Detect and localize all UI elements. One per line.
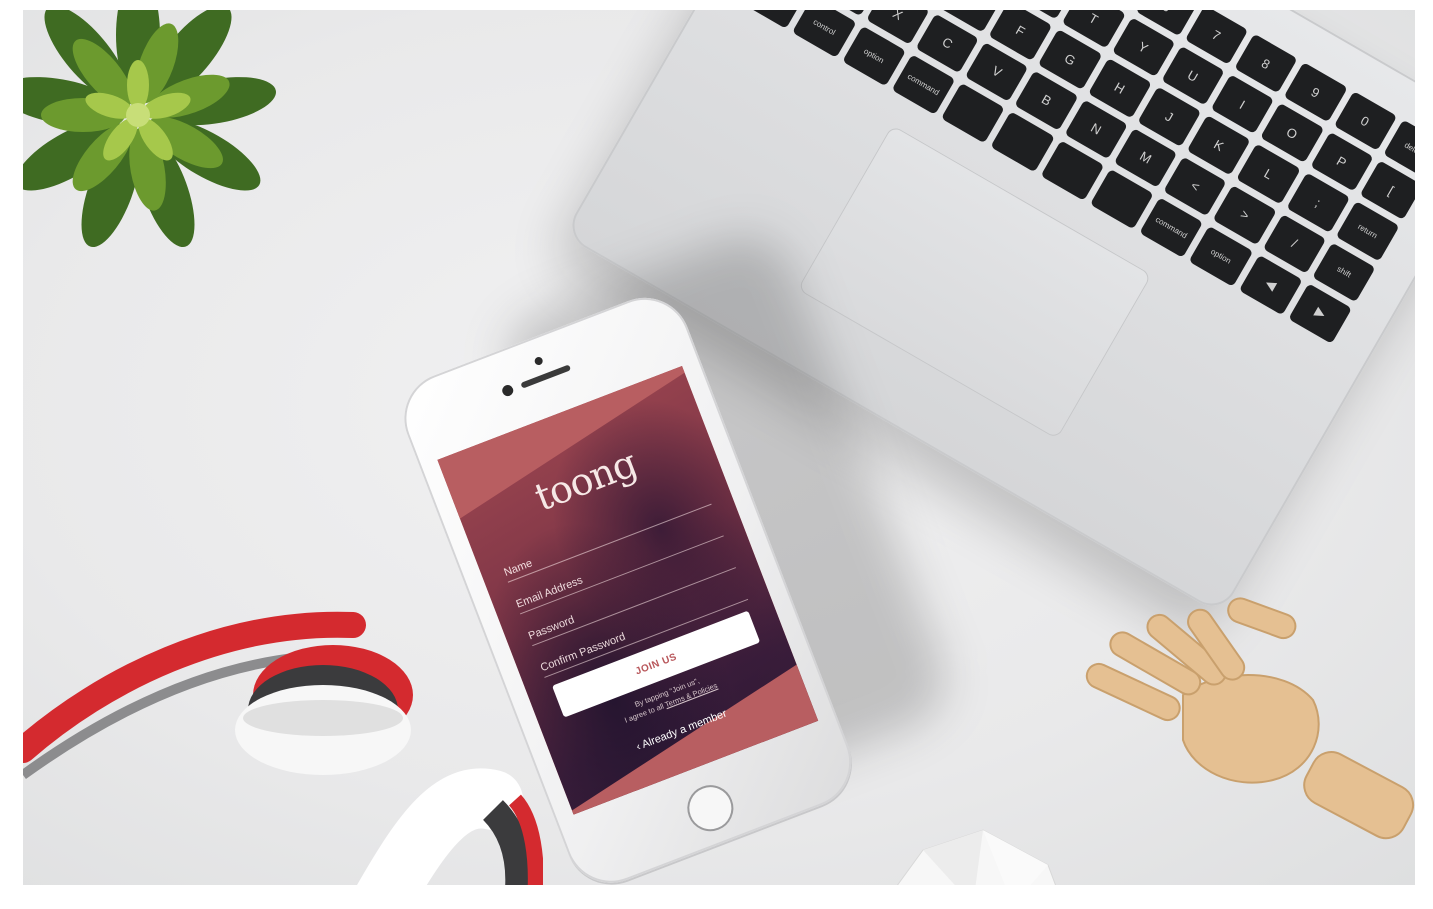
white-geometric-object xyxy=(896,829,1057,885)
phone-speaker xyxy=(520,364,572,389)
phone-sensor xyxy=(533,355,544,367)
headphones-image xyxy=(23,611,543,885)
succulent-plant-image xyxy=(23,10,276,248)
wooden-hand-image xyxy=(1085,597,1415,840)
laptop-key: control xyxy=(792,10,857,58)
home-button[interactable] xyxy=(680,778,741,838)
desk-scene: esc1234567890deletetabQWERTYUIOP[capsASD… xyxy=(23,10,1415,885)
front-camera-icon xyxy=(500,383,515,398)
